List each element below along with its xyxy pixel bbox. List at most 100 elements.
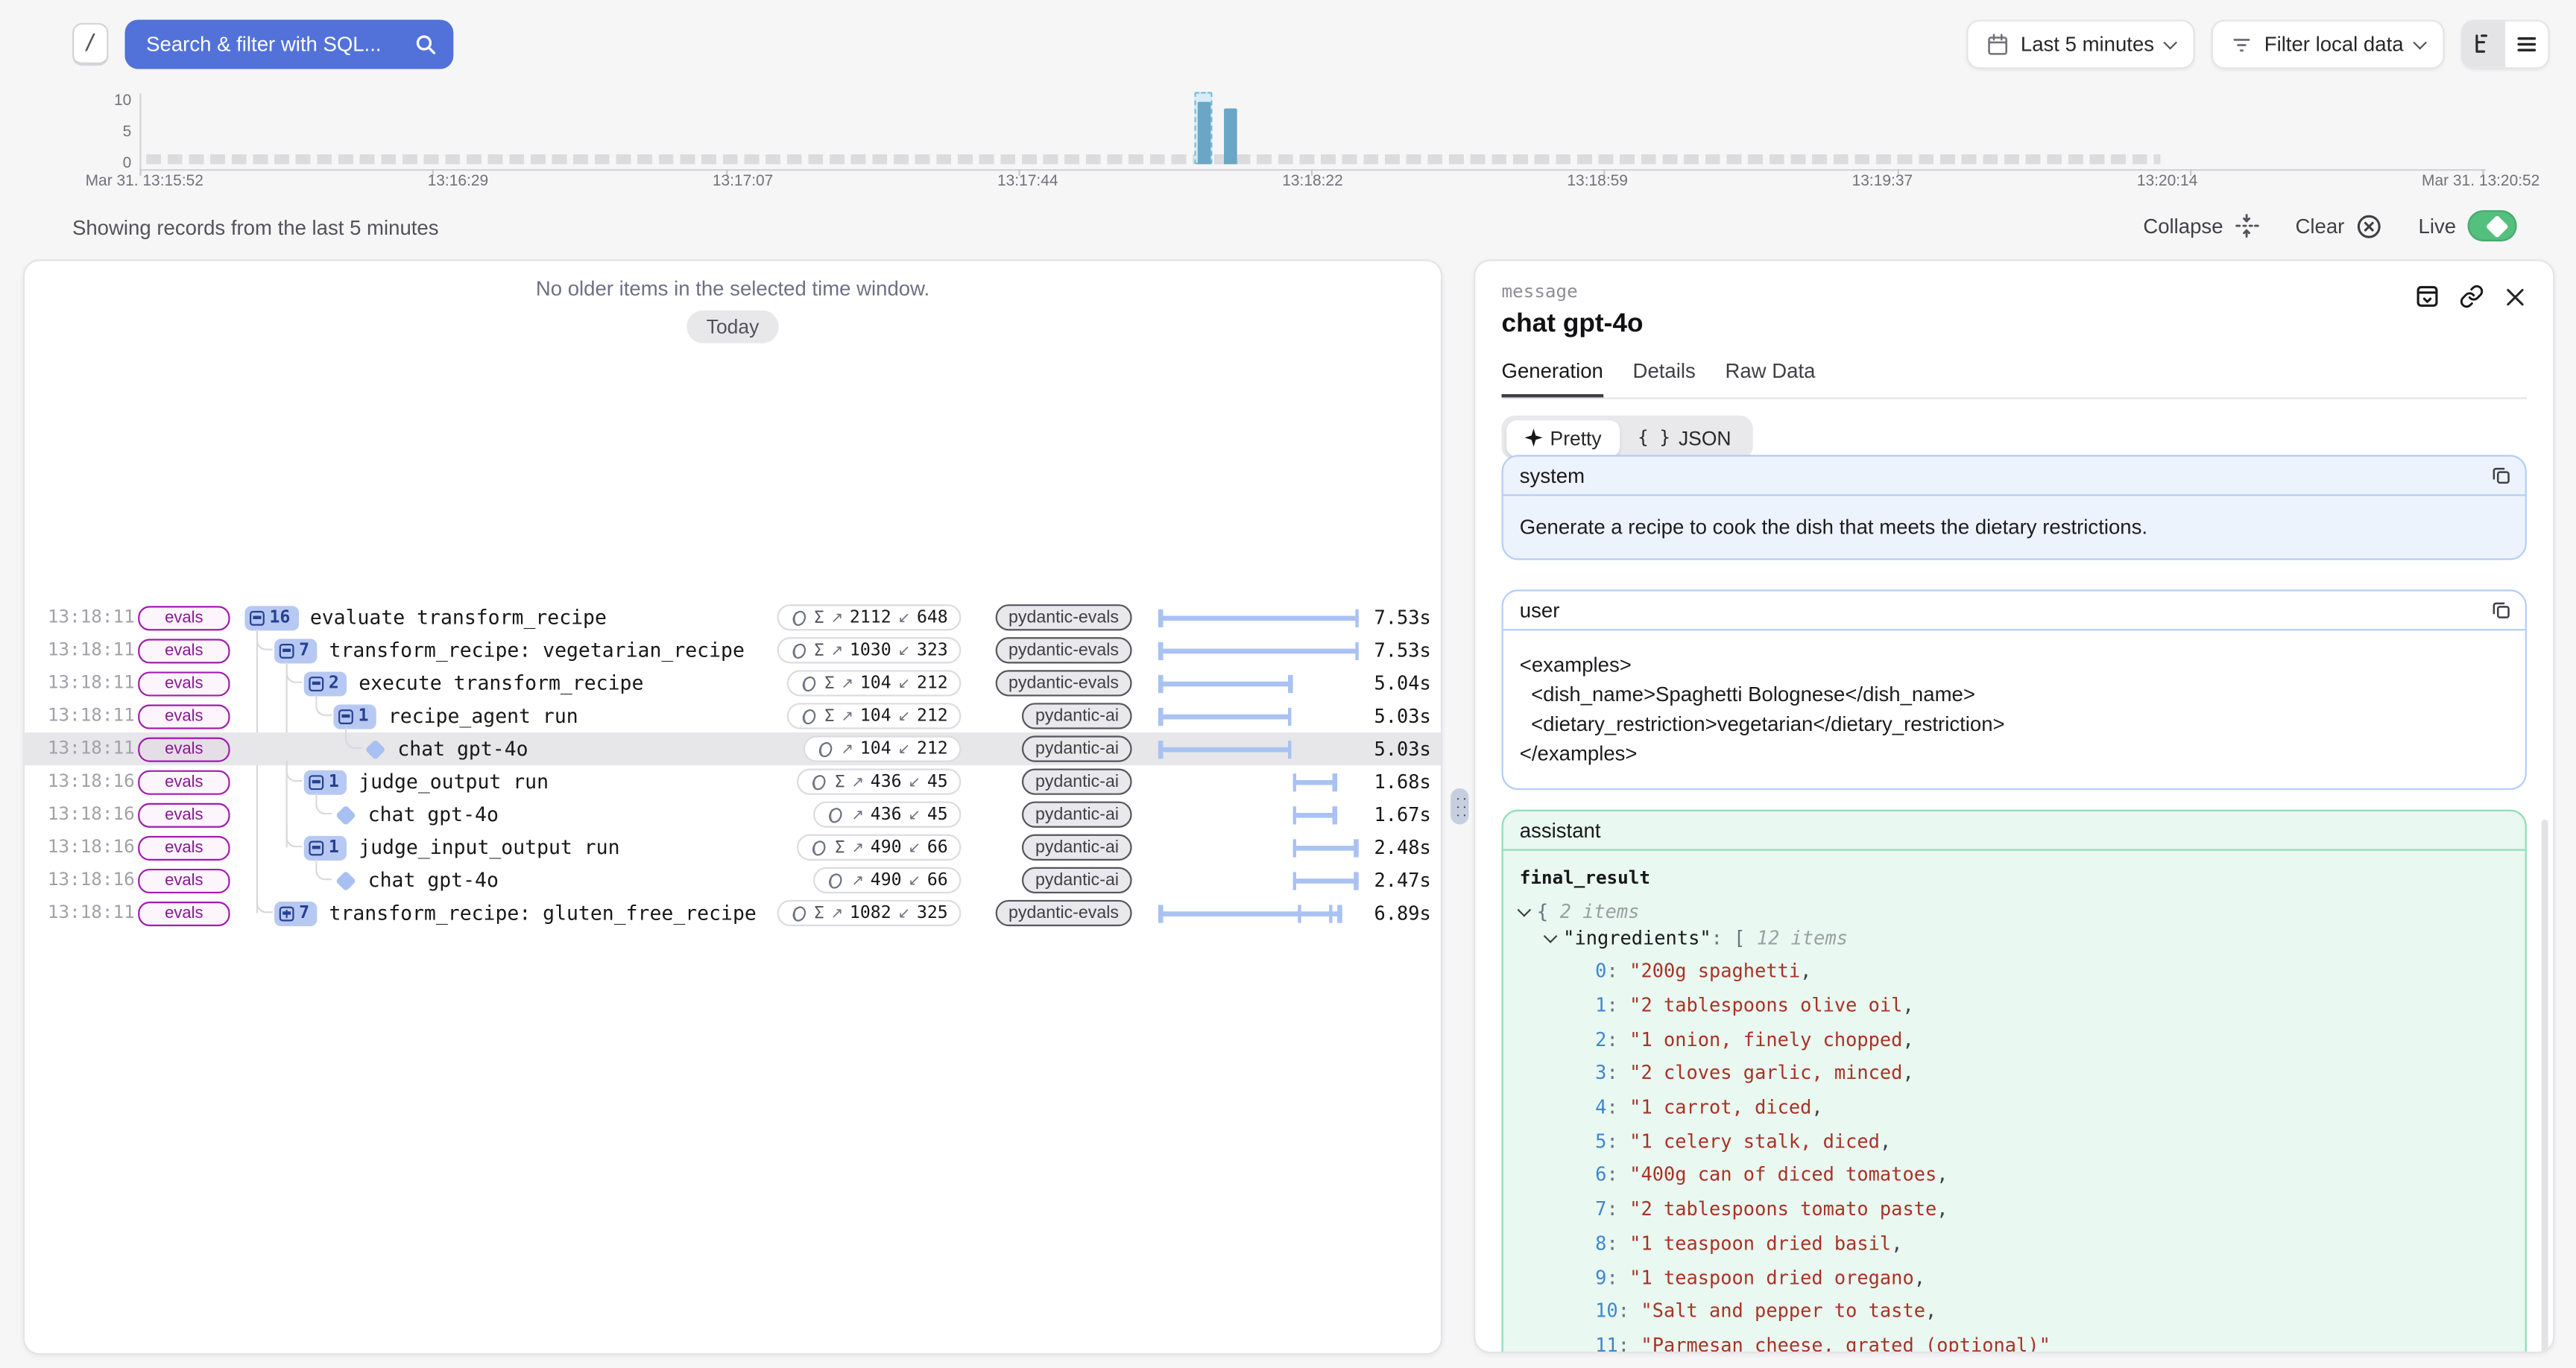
trace-row[interactable]: 13:18:16 evals 1 judge_input_output run — [25, 831, 1441, 864]
copy-icon[interactable] — [2490, 599, 2512, 621]
trace-row[interactable]: 13:18:11 evals 1 recipe_agent run — [25, 700, 1441, 732]
trace-row[interactable]: 13:18:16 evals 1 judge_output run — [25, 765, 1441, 798]
service-badge[interactable]: evals — [138, 802, 230, 827]
service-badge[interactable]: evals — [138, 703, 230, 728]
waterfall-cell[interactable] — [1158, 667, 1359, 700]
chevron-down-icon[interactable] — [1544, 929, 1557, 942]
collapse-button[interactable]: Collapse — [2143, 214, 2259, 238]
instrumentation-tag[interactable]: pydantic-ai — [1022, 703, 1131, 729]
expand-collapse-chip[interactable]: 1 — [333, 703, 376, 728]
token-count-pill[interactable]: Σ ↗ 490 ↙ 66 — [798, 835, 962, 861]
scrollbar-thumb[interactable] — [2542, 820, 2548, 1353]
instrumentation-tag[interactable]: pydantic-evals — [995, 900, 1131, 926]
trace-row[interactable]: 13:18:11 evals 7 transform_recipe: glute… — [25, 896, 1441, 929]
records-timeline-chart[interactable]: 10 5 0 Mar 31. 13:15:5213:16:2913:17:071… — [0, 90, 2576, 172]
span-label[interactable]: chat gpt-4o — [368, 869, 499, 892]
trace-row[interactable]: 13:18:11 evals chat gpt-4o — [25, 732, 1441, 765]
service-badge[interactable]: evals — [138, 901, 230, 925]
chevron-down-icon[interactable] — [1518, 902, 1530, 915]
pretty-mode-button[interactable]: Pretty — [1506, 419, 1620, 455]
waterfall-cell[interactable] — [1158, 601, 1359, 634]
tab-generation[interactable]: Generation — [1502, 360, 1603, 398]
instrumentation-tag[interactable]: pydantic-evals — [995, 604, 1131, 630]
span-label[interactable]: judge_input_output run — [359, 836, 619, 859]
token-count-pill[interactable]: Σ ↗ 1082 ↙ 325 — [777, 900, 962, 926]
collapse-box-icon — [309, 840, 323, 855]
span-label[interactable]: judge_output run — [359, 770, 549, 794]
service-badge[interactable]: evals — [138, 868, 230, 893]
tree-elbow-connector — [315, 794, 332, 815]
service-badge[interactable]: evals — [138, 737, 230, 761]
expand-collapse-chip[interactable]: 1 — [304, 770, 347, 794]
tree-view-button[interactable] — [2463, 22, 2505, 68]
open-in-panel-icon[interactable] — [2415, 284, 2440, 308]
waterfall-cell[interactable] — [1158, 896, 1359, 929]
panel-resize-handle[interactable] — [1450, 788, 1468, 824]
trace-row[interactable]: 13:18:11 evals 16 evaluate transform_rec… — [25, 601, 1441, 634]
instrumentation-tag[interactable]: pydantic-ai — [1022, 735, 1131, 761]
live-toggle-switch[interactable] — [2468, 210, 2517, 241]
clear-button[interactable]: Clear — [2296, 212, 2383, 238]
expand-collapse-chip[interactable]: 2 — [304, 671, 347, 695]
instrumentation-tag[interactable]: pydantic-ai — [1022, 802, 1131, 828]
duration-text: 5.03s — [1333, 705, 1431, 728]
copy-link-icon[interactable] — [2460, 284, 2484, 308]
service-badge[interactable]: evals — [138, 638, 230, 662]
token-count-pill[interactable]: Σ ↗ 436 ↙ 45 — [814, 802, 962, 828]
time-range-dropdown[interactable]: Last 5 minutes — [1966, 19, 2195, 69]
token-count-pill[interactable]: Σ ↗ 104 ↙ 212 — [804, 735, 962, 761]
expand-collapse-chip[interactable]: 1 — [304, 835, 347, 860]
trace-row[interactable]: 13:18:11 evals 2 execute transform_recip… — [25, 667, 1441, 700]
waterfall-cell[interactable] — [1158, 864, 1359, 896]
token-count-pill[interactable]: Σ ↗ 1030 ↙ 323 — [777, 637, 962, 663]
list-view-button[interactable] — [2505, 22, 2548, 68]
expand-collapse-chip[interactable]: 7 — [274, 638, 318, 662]
filter-local-data-dropdown[interactable]: Filter local data — [2212, 19, 2444, 69]
span-label[interactable]: transform_recipe: vegetarian_recipe — [329, 639, 745, 662]
span-label[interactable]: chat gpt-4o — [397, 738, 528, 761]
tokens-coin-icon — [816, 740, 834, 758]
span-label[interactable]: evaluate transform_recipe — [310, 606, 607, 629]
tab-details[interactable]: Details — [1633, 360, 1696, 398]
live-toggle[interactable]: Live — [2419, 210, 2517, 241]
expand-collapse-chip[interactable]: 16 — [244, 605, 298, 630]
braces-icon: { } — [1638, 427, 1670, 449]
token-count-pill[interactable]: Σ ↗ 436 ↙ 45 — [798, 769, 962, 795]
span-label[interactable]: execute transform_recipe — [359, 671, 643, 694]
trace-row[interactable]: 13:18:16 evals chat gpt-4o — [25, 798, 1441, 831]
service-badge[interactable]: evals — [138, 770, 230, 794]
token-count-pill[interactable]: Σ ↗ 104 ↙ 212 — [787, 703, 962, 729]
close-icon[interactable] — [2504, 285, 2527, 308]
waterfall-cell[interactable] — [1158, 765, 1359, 798]
instrumentation-tag[interactable]: pydantic-ai — [1022, 867, 1131, 893]
waterfall-cell[interactable] — [1158, 798, 1359, 831]
token-count-pill[interactable]: Σ ↗ 104 ↙ 212 — [787, 670, 962, 696]
trace-row[interactable]: 13:18:11 evals 7 transform_recipe: veget… — [25, 634, 1441, 667]
span-label[interactable]: recipe_agent run — [388, 705, 578, 728]
tab-raw-data[interactable]: Raw Data — [1725, 360, 1815, 398]
instrumentation-tag[interactable]: pydantic-evals — [995, 670, 1131, 696]
service-badge[interactable]: evals — [138, 605, 230, 630]
waterfall-cell[interactable] — [1158, 732, 1359, 765]
expand-collapse-chip[interactable]: 7 — [274, 901, 318, 925]
instrumentation-tag[interactable]: pydantic-ai — [1022, 769, 1131, 795]
search-button[interactable]: Search & filter with SQL... — [125, 19, 454, 69]
service-badge[interactable]: evals — [138, 671, 230, 695]
span-label[interactable]: chat gpt-4o — [368, 803, 499, 826]
span-label[interactable]: transform_recipe: gluten_free_recipe — [329, 902, 757, 925]
waterfall-cell[interactable] — [1158, 831, 1359, 864]
instrumentation-tag[interactable]: pydantic-ai — [1022, 835, 1131, 861]
today-pill[interactable]: Today — [686, 311, 778, 343]
token-count-pill[interactable]: Σ ↗ 490 ↙ 66 — [814, 867, 962, 893]
json-mode-button[interactable]: { } JSON — [1620, 419, 1749, 455]
json-ingredients-line[interactable]: ingredients : [ 12 items — [1546, 925, 2509, 951]
waterfall-cell[interactable] — [1158, 634, 1359, 667]
service-badge[interactable]: evals — [138, 835, 230, 860]
trace-row[interactable]: 13:18:16 evals chat gpt-4o — [25, 864, 1441, 896]
instrumentation-tag[interactable]: pydantic-evals — [995, 637, 1131, 663]
waterfall-cell[interactable] — [1158, 700, 1359, 732]
token-count-pill[interactable]: Σ ↗ 2112 ↙ 648 — [777, 604, 962, 630]
assistant-message-card: assistant final_result { 2 items ingredi… — [1502, 810, 2527, 1354]
copy-icon[interactable] — [2490, 465, 2512, 487]
json-root-line[interactable]: { 2 items — [1520, 899, 2509, 925]
